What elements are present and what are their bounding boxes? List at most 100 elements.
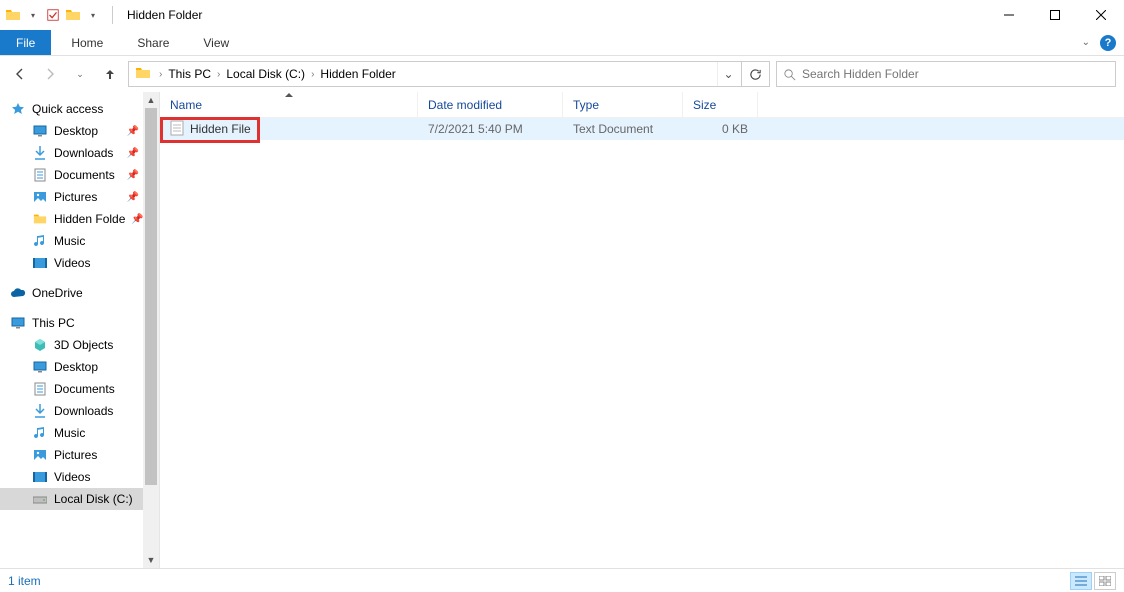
sidebar-item-label: Pictures [54,190,97,204]
sidebar-item-label: Documents [54,168,115,182]
sidebar-item[interactable]: Music [0,422,143,444]
sidebar-item-label: Music [54,234,85,248]
breadcrumb[interactable]: Local Disk (C:) [222,62,309,86]
sidebar-item-label: OneDrive [32,286,83,300]
window-title: Hidden Folder [127,8,202,22]
new-folder-icon[interactable] [64,6,82,24]
videos-icon [32,255,48,271]
forward-button[interactable] [38,62,62,86]
sidebar-item-label: Documents [54,382,115,396]
sidebar-item[interactable]: Documents [0,378,143,400]
chevron-right-icon[interactable]: › [215,69,222,80]
sidebar-item[interactable]: Videos [0,252,143,274]
main: Quick access Desktop📌Downloads📌Documents… [0,92,1124,568]
tab-home[interactable]: Home [57,30,117,55]
folder-icon [4,6,22,24]
sidebar-item-label: Local Disk (C:) [54,492,133,506]
cell-date: 7/2/2021 5:40 PM [418,122,563,136]
pictures-icon [32,189,48,205]
sidebar-item[interactable]: Hidden Folde📌 [0,208,143,230]
breadcrumb[interactable]: This PC [164,62,215,86]
objects3d-icon [32,337,48,353]
sidebar-item[interactable]: Music [0,230,143,252]
sidebar-item-onedrive[interactable]: OneDrive [0,282,143,304]
sidebar-item[interactable]: Downloads📌 [0,142,143,164]
titlebar-left: ▾ ▾ Hidden Folder [4,6,202,24]
sidebar-item-label: 3D Objects [54,338,113,352]
column-type[interactable]: Type [563,92,683,117]
sidebar-item[interactable]: Desktop📌 [0,120,143,142]
close-button[interactable] [1078,0,1124,30]
document-icon [32,381,48,397]
sidebar-item[interactable]: 3D Objects [0,334,143,356]
scroll-thumb[interactable] [145,108,157,485]
sidebar-item-label: Music [54,426,85,440]
properties-icon[interactable] [44,6,62,24]
download-icon [32,145,48,161]
window-controls [986,0,1124,30]
cell-name: Hidden File [160,120,418,139]
tab-view[interactable]: View [189,30,243,55]
scrollbar[interactable]: ▲ ▼ [143,92,159,568]
status-bar: 1 item [0,568,1124,592]
sidebar-item-label: This PC [32,316,75,330]
back-button[interactable] [8,62,32,86]
sidebar-item-quick-access[interactable]: Quick access [0,98,143,120]
ribbon-collapse-icon[interactable]: ⌄ [1082,37,1090,48]
file-tab[interactable]: File [0,30,51,55]
sidebar-item[interactable]: Videos [0,466,143,488]
sidebar-item-label: Quick access [32,102,103,116]
videos-icon [32,469,48,485]
pin-icon: 📌 [127,148,143,159]
desktop-icon [32,123,48,139]
pin-icon: 📌 [127,126,143,137]
address-dropdown[interactable]: ⌄ [717,62,739,86]
drive-icon [32,491,48,507]
search-input[interactable] [802,67,1109,81]
scroll-up-icon[interactable]: ▲ [147,92,156,108]
sidebar-item[interactable]: Pictures📌 [0,186,143,208]
music-icon [32,425,48,441]
music-icon [32,233,48,249]
column-size[interactable]: Size [683,92,758,117]
file-list: Name Date modified Type Size Hidden File… [160,92,1124,568]
ribbon: File Home Share View ⌄ ? [0,30,1124,56]
thumbnails-view-button[interactable] [1094,572,1116,590]
minimize-button[interactable] [986,0,1032,30]
file-row[interactable]: Hidden File7/2/2021 5:40 PMText Document… [160,118,1124,140]
quick-access-icon [10,101,26,117]
recent-dropdown[interactable]: ⌄ [68,62,92,86]
column-date[interactable]: Date modified [418,92,563,117]
details-view-button[interactable] [1070,572,1092,590]
chevron-right-icon[interactable]: › [309,69,316,80]
nav-buttons: ⌄ [8,62,122,86]
scroll-down-icon[interactable]: ▼ [147,552,156,568]
sidebar-item[interactable]: Desktop [0,356,143,378]
refresh-button[interactable] [742,61,770,87]
qat-customize-icon[interactable]: ▾ [84,6,102,24]
help-icon[interactable]: ? [1100,35,1116,51]
qat: ▾ ▾ [4,6,104,24]
sidebar-item-this-pc[interactable]: This PC [0,312,143,334]
column-name[interactable]: Name [160,92,418,117]
breadcrumb[interactable]: Hidden Folder [316,62,399,86]
address-bar[interactable]: › This PC › Local Disk (C:) › Hidden Fol… [128,61,742,87]
sidebar-item-label: Videos [54,256,90,270]
maximize-button[interactable] [1032,0,1078,30]
sidebar-item-label: Hidden Folde [54,212,125,226]
desktop-icon [32,359,48,375]
sidebar-item[interactable]: Pictures [0,444,143,466]
onedrive-icon [10,285,26,301]
tab-share[interactable]: Share [123,30,183,55]
search-box[interactable] [776,61,1116,87]
sidebar-item[interactable]: Documents📌 [0,164,143,186]
pictures-icon [32,447,48,463]
sidebar-item[interactable]: Downloads [0,400,143,422]
qat-dropdown-icon[interactable]: ▾ [24,6,42,24]
sidebar-item[interactable]: Local Disk (C:) [0,488,143,510]
download-icon [32,403,48,419]
search-icon [783,68,796,81]
up-button[interactable] [98,62,122,86]
chevron-right-icon[interactable]: › [157,69,164,80]
cell-type: Text Document [563,122,683,136]
